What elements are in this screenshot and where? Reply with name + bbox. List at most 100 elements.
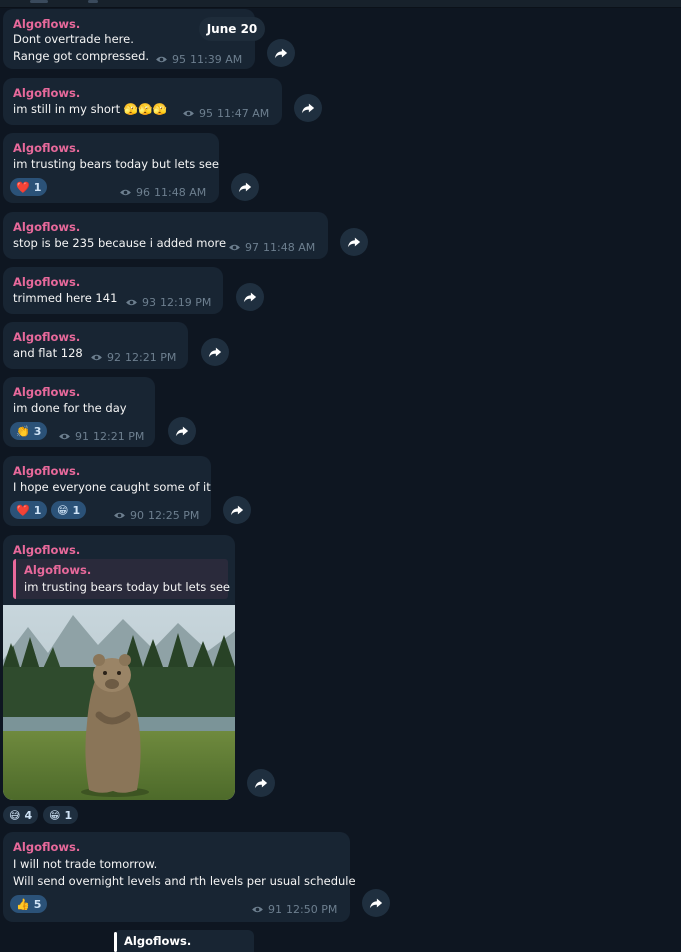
message-bubble[interactable]: Algoflows. trimmed here 141 93 12:19 PM <box>3 267 223 314</box>
forward-button[interactable] <box>168 417 196 445</box>
partial-reply-quote[interactable]: Algoflows. <box>114 930 254 952</box>
reaction-count: 1 <box>33 503 42 517</box>
forward-arrow-icon <box>254 778 268 789</box>
reaction-badge[interactable]: 👏 3 <box>10 422 48 440</box>
message-meta: 96 11:48 AM <box>119 186 206 199</box>
reaction-badge[interactable]: 😁 1 <box>43 806 79 824</box>
message-text: im done for the day <box>13 401 127 415</box>
reaction-count: 4 <box>24 808 33 822</box>
message-author: Algoflows. <box>13 17 81 31</box>
reaction-count: 3 <box>33 424 42 438</box>
message-meta: 92 12:21 PM <box>90 351 176 364</box>
message-author: Algoflows. <box>13 330 81 344</box>
message-time: 11:48 AM <box>154 186 207 199</box>
forward-arrow-icon <box>208 347 222 358</box>
eye-icon <box>114 512 125 519</box>
message-bubble[interactable]: Algoflows. Algoflows. im trusting bears … <box>3 535 235 800</box>
message-meta: 93 12:19 PM <box>125 296 211 309</box>
eye-icon <box>126 299 137 306</box>
bear-gif[interactable] <box>3 605 235 800</box>
message-text: and flat 128 <box>13 346 83 360</box>
message-author: Algoflows. <box>13 543 81 557</box>
eye-icon <box>252 906 263 913</box>
message-time: 11:48 AM <box>263 241 316 254</box>
eye-icon <box>156 56 167 63</box>
view-count: 93 <box>142 296 156 309</box>
reaction-emoji: ❤️ <box>16 180 30 194</box>
view-count: 91 <box>75 430 89 443</box>
reaction-count: 1 <box>33 180 42 194</box>
message-author: Algoflows. <box>13 464 81 478</box>
forward-button[interactable] <box>223 496 251 524</box>
forward-arrow-icon <box>238 182 252 193</box>
message-bubble[interactable]: Algoflows. I will not trade tomorrow. Wi… <box>3 832 356 922</box>
message-author: Algoflows. <box>13 86 81 100</box>
reply-bar <box>114 932 117 952</box>
reply-text: im trusting bears today but lets see <box>24 580 230 594</box>
reaction-count: 1 <box>64 808 73 822</box>
message-meta: 95 11:39 AM <box>155 53 242 66</box>
message-bubble[interactable]: Algoflows. I hope everyone caught some o… <box>3 456 211 526</box>
reaction-emoji: 😁 <box>49 808 61 822</box>
view-count: 96 <box>136 186 150 199</box>
message-time: 11:39 AM <box>190 53 243 66</box>
message-bubble[interactable]: Algoflows. im still in my short 🫣🫣🫣 95 1… <box>3 78 282 125</box>
forward-button[interactable] <box>267 39 295 67</box>
message-bubble[interactable]: Algoflows. im done for the day 👏 3 91 12… <box>3 377 155 447</box>
message-time: 12:50 PM <box>286 903 338 916</box>
reaction-emoji: ❤️ <box>16 503 30 517</box>
forward-button[interactable] <box>247 769 275 797</box>
cut-off-icon <box>30 0 48 3</box>
reply-author: Algoflows. <box>24 563 92 577</box>
message-author: Algoflows. <box>13 385 81 399</box>
forward-arrow-icon <box>243 292 257 303</box>
message-text: Range got compressed. <box>13 49 150 63</box>
reaction-badge[interactable]: 😅 4 <box>3 806 39 824</box>
forward-button[interactable] <box>340 228 368 256</box>
message-bubble[interactable]: Algoflows. stop is be 235 because i adde… <box>3 212 328 259</box>
forward-arrow-icon <box>175 426 189 437</box>
forward-arrow-icon <box>301 103 315 114</box>
reply-quote[interactable]: Algoflows. im trusting bears today but l… <box>13 559 230 599</box>
date-pill: June 20 <box>199 17 265 41</box>
forward-button[interactable] <box>236 283 264 311</box>
eye-icon <box>59 433 70 440</box>
reaction-badge[interactable]: ❤️ 1 <box>10 501 48 519</box>
forward-button[interactable] <box>362 889 390 917</box>
eye-icon <box>120 189 131 196</box>
view-count: 92 <box>107 351 121 364</box>
message-author: Algoflows. <box>13 840 81 854</box>
eye-icon <box>91 354 102 361</box>
forward-button[interactable] <box>231 173 259 201</box>
cut-off-icon <box>88 0 98 3</box>
message-time: 12:21 PM <box>125 351 177 364</box>
message-bubble[interactable]: Algoflows. and flat 128 92 12:21 PM <box>3 322 188 369</box>
message-text: I will not trade tomorrow. <box>13 857 158 871</box>
message-time: 11:47 AM <box>217 107 270 120</box>
reaction-badge[interactable]: ❤️ 1 <box>10 178 48 196</box>
reaction-badge[interactable]: 😁 1 <box>51 501 87 519</box>
forward-arrow-icon <box>347 237 361 248</box>
reaction-emoji: 😅 <box>9 808 21 822</box>
forward-arrow-icon <box>369 898 383 909</box>
reaction-badge[interactable]: 👍 5 <box>10 895 48 913</box>
forward-button[interactable] <box>201 338 229 366</box>
message-author: Algoflows. <box>13 220 81 234</box>
message-author: Algoflows. <box>13 275 81 289</box>
message-meta: 91 12:50 PM <box>251 903 337 916</box>
message-text: I hope everyone caught some of it <box>13 480 211 494</box>
eye-icon <box>183 110 194 117</box>
view-count: 91 <box>268 903 282 916</box>
view-count: 95 <box>199 107 213 120</box>
reaction-count: 1 <box>72 503 81 517</box>
forward-button[interactable] <box>294 94 322 122</box>
message-bubble[interactable]: Algoflows. im trusting bears today but l… <box>3 133 219 203</box>
reaction-emoji: 👏 <box>16 424 30 438</box>
message-time: 12:25 PM <box>148 509 200 522</box>
message-text: im trusting bears today but lets see <box>13 157 219 171</box>
message-text: Dont overtrade here. <box>13 32 134 46</box>
message-author: Algoflows. <box>13 141 81 155</box>
message-time: 12:21 PM <box>93 430 145 443</box>
view-count: 90 <box>130 509 144 522</box>
message-text: Will send overnight levels and rth level… <box>13 874 356 888</box>
